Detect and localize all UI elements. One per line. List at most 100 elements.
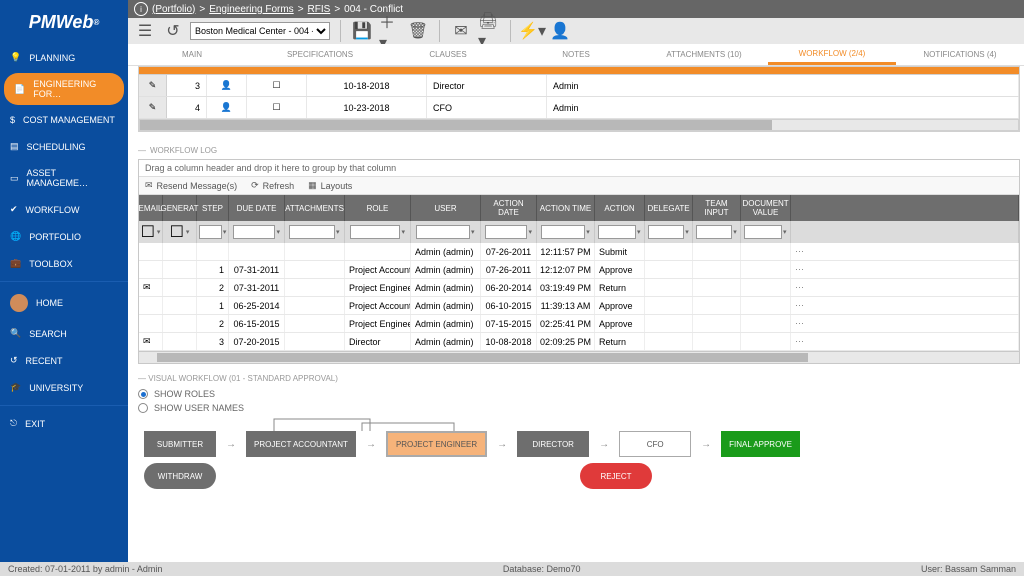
horizontal-scrollbar[interactable] bbox=[139, 119, 1019, 131]
table-row[interactable]: ✉307-20-2015DirectorAdmin (admin)10-08-2… bbox=[139, 333, 1019, 351]
tab-attachments[interactable]: ATTACHMENTS (10) bbox=[640, 44, 768, 65]
column-header[interactable]: ACTION DATE bbox=[481, 195, 537, 221]
checkbox-icon[interactable]: ☐ bbox=[141, 222, 155, 242]
filter-funnel-icon[interactable]: ▾ bbox=[637, 228, 641, 236]
column-header[interactable]: EMAIL bbox=[139, 195, 163, 221]
filter-funnel-icon[interactable]: ▾ bbox=[733, 228, 737, 236]
sidebar-item-search[interactable]: 🔍SEARCH bbox=[0, 320, 128, 347]
table-row[interactable]: 206-15-2015Project EngineerAdmin (admin)… bbox=[139, 315, 1019, 333]
sidebar-item-planning[interactable]: 💡PLANNING bbox=[0, 44, 128, 71]
column-filter-input[interactable] bbox=[598, 225, 636, 239]
sidebar-item-exit[interactable]: ⎋EXIT bbox=[0, 410, 128, 437]
breadcrumb-l2[interactable]: RFIS bbox=[308, 4, 331, 15]
checkbox-unchecked-icon[interactable]: ☐ bbox=[272, 80, 280, 91]
filter-funnel-icon[interactable]: ▾ bbox=[276, 228, 280, 236]
project-select[interactable]: Boston Medical Center - 004 - Confl bbox=[190, 22, 330, 40]
column-filter-input[interactable] bbox=[199, 225, 222, 239]
column-filter-input[interactable] bbox=[696, 225, 732, 239]
column-header[interactable]: STEP bbox=[197, 195, 229, 221]
filter-funnel-icon[interactable]: ▾ bbox=[586, 228, 590, 236]
checkbox-unchecked-icon[interactable]: ☐ bbox=[272, 102, 280, 113]
flow-node-project-accountant[interactable]: PROJECT ACCOUNTANT bbox=[246, 431, 356, 457]
sidebar-item-recent[interactable]: ↺RECENT bbox=[0, 347, 128, 374]
flow-node-cfo[interactable]: CFO bbox=[619, 431, 691, 457]
user-icon[interactable]: 👤 bbox=[549, 20, 571, 42]
column-filter-input[interactable] bbox=[648, 225, 684, 239]
table-row[interactable]: 106-25-2014Project AccountaAdmin (admin)… bbox=[139, 297, 1019, 315]
sidebar-item-university[interactable]: 🎓UNIVERSITY bbox=[0, 374, 128, 401]
add-icon[interactable]: ＋▾ bbox=[379, 20, 401, 42]
checkbox-icon[interactable]: ☐ bbox=[170, 222, 184, 242]
column-header[interactable]: ROLE bbox=[345, 195, 411, 221]
sidebar-item-asset[interactable]: ▭ASSET MANAGEME… bbox=[0, 160, 128, 196]
sidebar-item-portfolio[interactable]: 🌐PORTFOLIO bbox=[0, 223, 128, 250]
sidebar-item-cost[interactable]: $COST MANAGEMENT bbox=[0, 107, 128, 133]
filter-funnel-icon[interactable]: ▾ bbox=[186, 228, 190, 236]
filter-funnel-icon[interactable]: ▾ bbox=[783, 228, 787, 236]
table-cell bbox=[645, 261, 693, 278]
column-filter-input[interactable] bbox=[744, 225, 782, 239]
column-filter-input[interactable] bbox=[350, 225, 400, 239]
filter-funnel-icon[interactable]: ▾ bbox=[471, 228, 475, 236]
tab-clauses[interactable]: CLAUSES bbox=[384, 44, 512, 65]
filter-funnel-icon[interactable]: ▾ bbox=[223, 228, 227, 236]
refresh-button[interactable]: ⟳Refresh bbox=[251, 180, 294, 191]
filter-funnel-icon[interactable]: ▾ bbox=[336, 228, 340, 236]
list-icon[interactable]: ☰ bbox=[134, 20, 156, 42]
radio-show-user-names[interactable]: SHOW USER NAMES bbox=[138, 403, 1020, 413]
radio-show-roles[interactable]: SHOW ROLES bbox=[138, 389, 1020, 399]
column-filter-input[interactable] bbox=[233, 225, 275, 239]
column-header[interactable]: USER bbox=[411, 195, 481, 221]
tab-notes[interactable]: NOTES bbox=[512, 44, 640, 65]
column-header[interactable]: DELEGATE bbox=[645, 195, 693, 221]
column-filter-input[interactable] bbox=[289, 225, 335, 239]
layouts-button[interactable]: ▦Layouts bbox=[308, 180, 352, 191]
filter-funnel-icon[interactable]: ▾ bbox=[528, 228, 532, 236]
sidebar-item-toolbox[interactable]: 💼TOOLBOX bbox=[0, 250, 128, 277]
info-icon[interactable]: i bbox=[134, 2, 148, 16]
reject-button[interactable]: REJECT bbox=[580, 463, 652, 489]
column-filter-input[interactable] bbox=[416, 225, 470, 239]
flow-node-project-engineer[interactable]: PROJECT ENGINEER bbox=[386, 431, 487, 457]
column-header[interactable]: DUE DATE bbox=[229, 195, 285, 221]
filter-funnel-icon[interactable]: ▾ bbox=[401, 228, 405, 236]
mail-icon[interactable]: ✉ bbox=[450, 20, 472, 42]
sidebar-item-workflow[interactable]: ✔WORKFLOW bbox=[0, 196, 128, 223]
edit-row-button[interactable]: ✎ bbox=[139, 97, 167, 118]
tab-main[interactable]: MAIN bbox=[128, 44, 256, 65]
sidebar-item-engineering[interactable]: 📄ENGINEERING FOR… bbox=[4, 73, 124, 105]
filter-funnel-icon[interactable]: ▾ bbox=[157, 228, 161, 236]
filter-funnel-icon[interactable]: ▾ bbox=[685, 228, 689, 236]
tab-notifications[interactable]: NOTIFICATIONS (4) bbox=[896, 44, 1024, 65]
tab-specifications[interactable]: SPECIFICATIONS bbox=[256, 44, 384, 65]
horizontal-scrollbar[interactable] bbox=[139, 351, 1019, 363]
edit-row-button[interactable]: ✎ bbox=[139, 75, 167, 96]
withdraw-button[interactable]: WITHDRAW bbox=[144, 463, 216, 489]
save-icon[interactable]: 💾 bbox=[351, 20, 373, 42]
column-header[interactable]: TEAM INPUT bbox=[693, 195, 741, 221]
resend-button[interactable]: ✉Resend Message(s) bbox=[145, 180, 237, 191]
table-row[interactable]: ✉207-31-2011Project EngineerAdmin (admin… bbox=[139, 279, 1019, 297]
column-filter-input[interactable] bbox=[485, 225, 527, 239]
tab-workflow[interactable]: WORKFLOW (2/4) bbox=[768, 44, 896, 65]
breadcrumb-portfolio[interactable]: (Portfolio) bbox=[152, 4, 195, 15]
sidebar-item-home[interactable]: HOME bbox=[0, 286, 128, 320]
column-header[interactable]: DOCUMENT VALUE bbox=[741, 195, 791, 221]
flow-node-final-approve[interactable]: FINAL APPROVE bbox=[721, 431, 800, 457]
sidebar-item-scheduling[interactable]: ▤SCHEDULING bbox=[0, 133, 128, 160]
group-drop-area[interactable]: Drag a column header and drop it here to… bbox=[139, 160, 1019, 177]
table-row[interactable]: Admin (admin)07-26-201112:11:57 PMSubmit… bbox=[139, 243, 1019, 261]
column-header[interactable]: ACTION TIME bbox=[537, 195, 595, 221]
bolt-icon[interactable]: ⚡▾ bbox=[521, 20, 543, 42]
column-header[interactable]: GENERAT bbox=[163, 195, 197, 221]
delete-icon[interactable]: 🗑 bbox=[407, 20, 429, 42]
breadcrumb-l1[interactable]: Engineering Forms bbox=[209, 4, 293, 15]
history-icon[interactable]: ↺ bbox=[162, 20, 184, 42]
column-filter-input[interactable] bbox=[541, 225, 585, 239]
table-row[interactable]: 107-31-2011Project AccountaAdmin (admin)… bbox=[139, 261, 1019, 279]
flow-node-director[interactable]: DIRECTOR bbox=[517, 431, 589, 457]
column-header[interactable]: ACTION bbox=[595, 195, 645, 221]
flow-node-submitter[interactable]: SUBMITTER bbox=[144, 431, 216, 457]
print-icon[interactable]: 🖨▾ bbox=[478, 20, 500, 42]
column-header[interactable]: ATTACHMENTS bbox=[285, 195, 345, 221]
